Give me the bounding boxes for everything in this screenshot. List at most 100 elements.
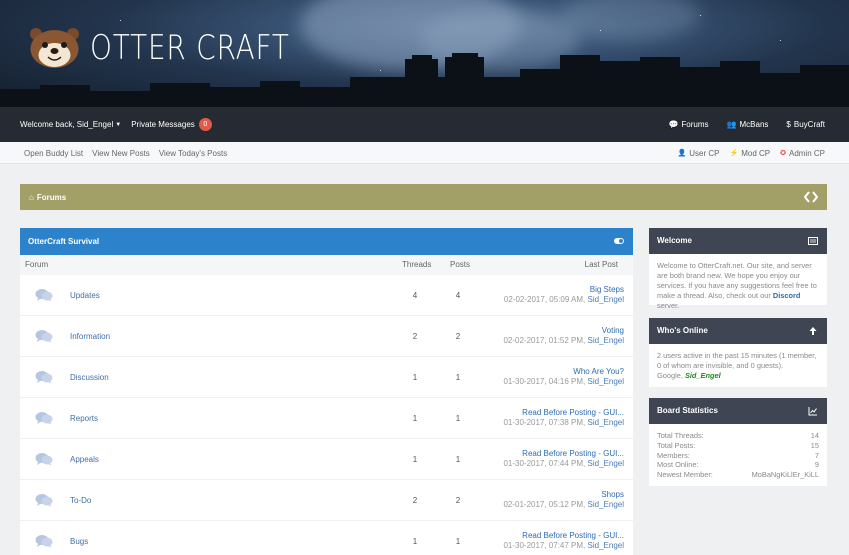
stat-row: Total Posts: 15 <box>657 441 819 451</box>
thread-count: 2 <box>412 332 418 341</box>
private-messages-link[interactable]: Private Messages 0 <box>131 118 212 131</box>
last-post-date: 01-30-2017, 04:16 PM, <box>503 377 586 386</box>
whos-online-prefix: Google, <box>657 371 683 380</box>
stat-row: Members: 7 <box>657 451 819 461</box>
users-icon: 👥 <box>726 120 737 129</box>
board-statistics-title: Board Statistics <box>657 406 718 415</box>
caret-down-icon: ▼ <box>115 121 122 128</box>
comments-icon: 💬 <box>668 120 679 129</box>
arrow-up-icon[interactable] <box>808 326 818 336</box>
open-buddy-list-link[interactable]: Open Buddy List <box>24 149 83 158</box>
forum-read-icon <box>35 412 53 425</box>
mod-cp-link[interactable]: ⚡ Mod CP <box>729 149 770 158</box>
last-post-user-link[interactable]: Sid_Engel <box>588 541 624 550</box>
home-icon: ⌂ <box>29 192 34 202</box>
site-logo[interactable]: OTTER CRAFT <box>27 25 334 70</box>
welcome-panel-header: Welcome <box>649 228 827 254</box>
discord-link[interactable]: Discord <box>773 291 801 300</box>
user-cp-link[interactable]: 👤 User CP <box>678 149 720 158</box>
post-count: 1 <box>455 414 461 423</box>
forum-category-title[interactable]: OtterCraft Survival <box>28 228 99 255</box>
last-post-user-link[interactable]: Sid_Engel <box>588 418 624 427</box>
breadcrumb-forums-link[interactable]: ⌂ Forums <box>29 184 66 210</box>
forum-category-header: OtterCraft Survival <box>20 228 633 255</box>
online-member-link[interactable]: Sid_Engel <box>685 371 721 380</box>
last-post-user-link[interactable]: Sid_Engel <box>588 377 624 386</box>
chart-icon[interactable] <box>808 406 818 416</box>
last-post-title-link[interactable]: Big Steps <box>504 285 624 295</box>
table-row: Appeals 1 1 Read Before Posting - GUI... 01-… <box>20 439 633 480</box>
expand-toggle-icon[interactable] <box>804 190 818 204</box>
whos-online-header: Who's Online <box>649 318 827 344</box>
last-post-meta: 01-30-2017, 07:38 PM, Sid_Engel <box>503 418 624 428</box>
sub-navigation: Open Buddy List View New Posts View Toda… <box>0 142 849 164</box>
forum-read-icon <box>35 453 53 466</box>
thread-count: 2 <box>412 496 418 505</box>
welcome-panel-body: Welcome to OtterCraft.net. Our site, and… <box>649 254 827 318</box>
last-post-meta: 01-30-2017, 07:44 PM, Sid_Engel <box>503 459 624 469</box>
forum-rows: Updates 4 4 Big Steps 02-02-2017, 05:09 AM, … <box>20 275 633 555</box>
forum-read-icon <box>35 535 53 548</box>
nav-buycraft-label: BuyCraft <box>793 120 825 129</box>
post-count: 2 <box>455 496 461 505</box>
last-post-user-link[interactable]: Sid_Engel <box>588 500 624 509</box>
user-menu[interactable]: Welcome back, Sid_Engel ▼ <box>20 120 121 129</box>
last-post-info: Shops 02-01-2017, 05:12 PM, Sid_Engel <box>503 490 624 510</box>
last-post-meta: 02-01-2017, 05:12 PM, Sid_Engel <box>503 500 624 510</box>
forum-name-link[interactable]: Appeals <box>70 439 99 480</box>
last-post-title-link[interactable]: Read Before Posting - GUI... <box>503 408 624 418</box>
whos-online-text: 2 users active in the past 15 minutes (1… <box>657 351 817 370</box>
view-new-posts-link[interactable]: View New Posts <box>92 149 150 158</box>
table-row: Information 2 2 Voting 02-02-2017, 01:52 PM,… <box>20 316 633 357</box>
last-post-user-link[interactable]: Sid_Engel <box>588 295 624 304</box>
forum-name-link[interactable]: To-Do <box>70 480 91 521</box>
otter-logo-icon <box>30 28 79 68</box>
last-post-title-link[interactable]: Read Before Posting - GUI... <box>503 449 624 459</box>
forum-name-link[interactable]: Discussion <box>70 357 109 398</box>
collapse-toggle-icon[interactable] <box>614 238 624 244</box>
last-post-user-link[interactable]: Sid_Engel <box>588 459 624 468</box>
last-post-user-link[interactable]: Sid_Engel <box>588 336 624 345</box>
admin-cp-link[interactable]: ✪ Admin CP <box>780 149 825 158</box>
post-count: 4 <box>455 291 461 300</box>
forum-name-link[interactable]: Information <box>70 316 110 357</box>
mod-cp-label: Mod CP <box>741 148 771 158</box>
last-post-info: Read Before Posting - GUI... 01-30-2017, … <box>503 408 624 428</box>
stat-value[interactable]: MoBaNgKiLlEr_KiLL <box>752 470 819 480</box>
forum-read-icon <box>35 494 53 507</box>
table-row: Updates 4 4 Big Steps 02-02-2017, 05:09 AM, … <box>20 275 633 316</box>
breadcrumb-label: Forums <box>36 192 67 202</box>
last-post-title-link[interactable]: Who Are You? <box>503 367 624 377</box>
forum-name-link[interactable]: Bugs <box>70 521 88 555</box>
view-todays-posts-link[interactable]: View Today's Posts <box>159 149 227 158</box>
user-cp-label: User CP <box>689 148 720 158</box>
last-post-title-link[interactable]: Read Before Posting - GUI... <box>503 531 624 541</box>
welcome-panel: Welcome Welcome to OtterCraft.net. Our s… <box>649 228 827 310</box>
newspaper-icon[interactable] <box>808 236 818 246</box>
thread-count: 1 <box>412 537 418 546</box>
last-post-title-link[interactable]: Shops <box>503 490 624 500</box>
last-post-info: Who Are You? 01-30-2017, 04:16 PM, Sid_En… <box>503 367 624 387</box>
bolt-icon: ⚡ <box>729 150 739 157</box>
forum-name-link[interactable]: Updates <box>70 275 100 316</box>
nav-forums-link[interactable]: 💬 Forums <box>668 120 708 129</box>
stat-value: 14 <box>810 431 819 440</box>
nav-mcbans-link[interactable]: 👥 McBans <box>727 120 769 129</box>
site-banner: OTTER CRAFT <box>0 0 849 107</box>
thread-count: 4 <box>412 291 418 300</box>
table-row: Bugs 1 1 Read Before Posting - GUI... 01-30-… <box>20 521 633 555</box>
stat-label: Total Posts: <box>657 440 696 450</box>
last-post-meta: 01-30-2017, 07:47 PM, Sid_Engel <box>503 541 624 551</box>
stat-label: Most Online: <box>657 460 699 470</box>
last-post-title-link[interactable]: Voting <box>503 326 624 336</box>
last-post-date: 02-02-2017, 01:52 PM, <box>503 336 586 345</box>
board-statistics-panel: Board Statistics Total Threads: 14 Total P… <box>649 398 827 486</box>
nav-buycraft-link[interactable]: $ BuyCraft <box>786 120 825 129</box>
forum-name-link[interactable]: Reports <box>70 398 98 439</box>
table-row: Discussion 1 1 Who Are You? 01-30-2017, 04:1… <box>20 357 633 398</box>
post-count: 1 <box>455 455 461 464</box>
last-post-date: 01-30-2017, 07:44 PM, <box>503 459 586 468</box>
post-count: 2 <box>455 332 461 341</box>
welcome-panel-title: Welcome <box>657 236 692 245</box>
private-messages-label: Private Messages <box>131 120 195 129</box>
